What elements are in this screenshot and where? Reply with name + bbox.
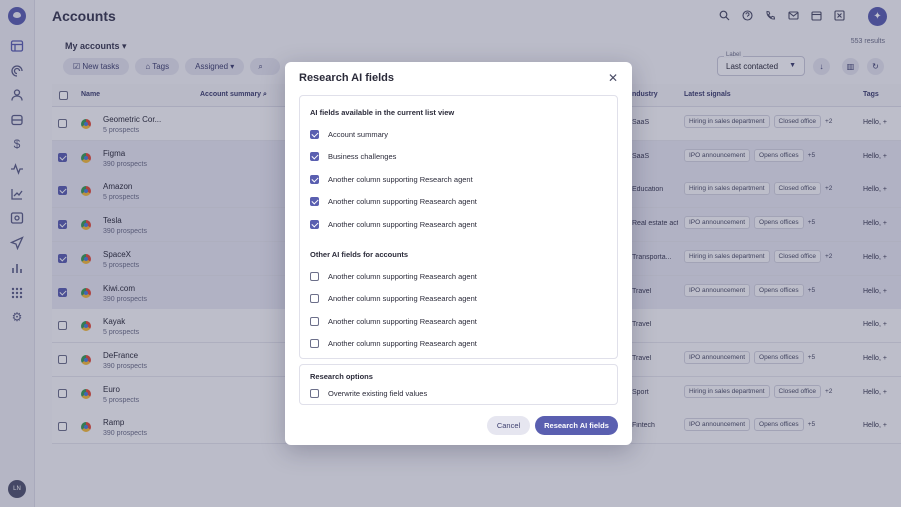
- field-checkbox[interactable]: [310, 219, 319, 229]
- field-option[interactable]: Account summary: [310, 128, 388, 140]
- field-label: Another column supporting Reasearch agen…: [328, 339, 477, 348]
- research-ai-fields-dialog: Research AI fields ✕ AI fields available…: [285, 62, 632, 445]
- field-label: Another column supporting Reasearch agen…: [328, 294, 477, 303]
- section-current-fields: AI fields available in the current list …: [310, 108, 455, 117]
- field-option[interactable]: Another column supporting Reasearch agen…: [310, 218, 477, 230]
- field-checkbox[interactable]: [310, 152, 319, 161]
- research-ai-fields-button[interactable]: Research AI fields: [535, 416, 618, 435]
- field-checkbox[interactable]: [310, 197, 319, 206]
- field-checkbox[interactable]: [310, 174, 319, 184]
- section-other-fields: Other AI fields for accounts: [310, 250, 409, 259]
- field-label: Account summary: [328, 129, 389, 139]
- field-option[interactable]: Another column supporting Research agent: [310, 173, 473, 185]
- field-option[interactable]: Another column supporting Reasearch agen…: [310, 315, 477, 327]
- fields-panel: AI fields available in the current list …: [299, 95, 618, 359]
- field-checkbox[interactable]: [310, 271, 319, 281]
- field-label: Another column supporting Reasearch agen…: [328, 197, 477, 206]
- overwrite-label: Overwrite existing field values: [328, 388, 428, 398]
- field-option[interactable]: Business challenges: [310, 151, 396, 163]
- field-label: Business challenges: [328, 152, 397, 161]
- field-checkbox[interactable]: [310, 294, 319, 303]
- field-option[interactable]: Another column supporting Reasearch agen…: [310, 338, 477, 350]
- field-label: Another column supporting Reasearch agen…: [328, 271, 477, 281]
- field-option[interactable]: Another column supporting Reasearch agen…: [310, 196, 477, 208]
- dialog-title: Research AI fields: [299, 72, 394, 84]
- field-checkbox[interactable]: [310, 316, 319, 326]
- section-research-options: Research options: [310, 372, 373, 381]
- field-label: Another column supporting Reasearch agen…: [328, 316, 477, 326]
- research-options-panel: Research options Overwrite existing fiel…: [299, 364, 618, 405]
- field-checkbox[interactable]: [310, 339, 319, 348]
- overwrite-option[interactable]: Overwrite existing field values: [310, 387, 427, 399]
- cancel-button[interactable]: Cancel: [487, 416, 530, 435]
- field-checkbox[interactable]: [310, 129, 319, 139]
- overwrite-checkbox[interactable]: [310, 388, 319, 398]
- field-option[interactable]: Another column supporting Reasearch agen…: [310, 270, 477, 282]
- field-label: Another column supporting Reasearch agen…: [328, 219, 477, 229]
- field-option[interactable]: Another column supporting Reasearch agen…: [310, 293, 477, 305]
- field-label: Another column supporting Research agent: [328, 174, 473, 184]
- close-icon[interactable]: ✕: [608, 71, 618, 85]
